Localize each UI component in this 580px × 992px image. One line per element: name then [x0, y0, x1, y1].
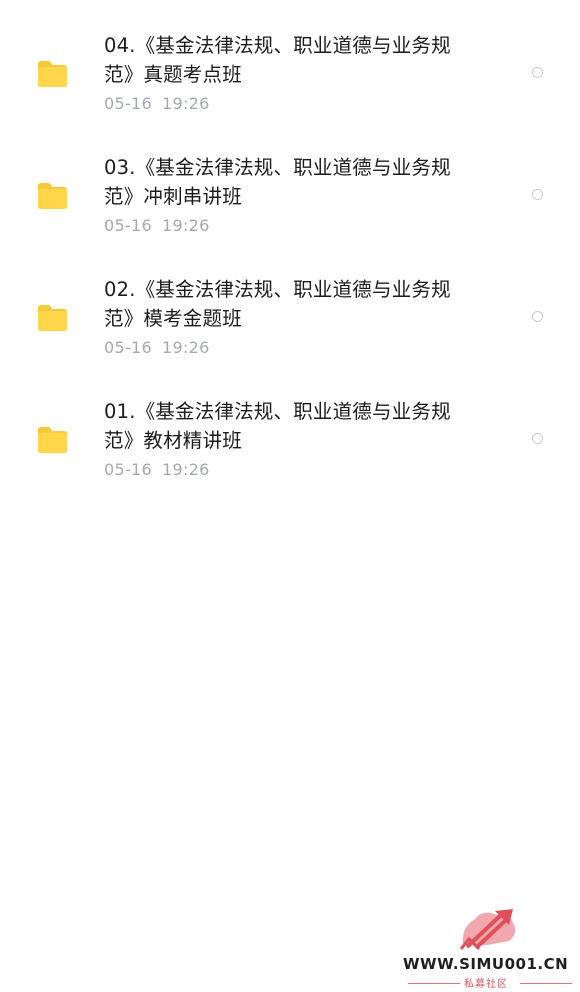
file-timestamp: 05-16 19:26 [104, 338, 210, 358]
file-name: 04.《基金法律法规、职业道德与业务规范》真题考点班 [104, 34, 451, 86]
file-row-04[interactable]: 04.《基金法律法规、职业道德与业务规范》真题考点班 05-16 19:26 [0, 0, 580, 122]
file-row-02[interactable]: 02.《基金法律法规、职业道德与业务规范》模考金题班 05-16 19:26 [0, 244, 580, 366]
file-row-01[interactable]: 01.《基金法律法规、职业道德与业务规范》教材精讲班 05-16 19:26 [0, 366, 580, 488]
folder-icon [36, 304, 68, 332]
file-name: 03.《基金法律法规、职业道德与业务规范》冲刺串讲班 [104, 156, 451, 208]
file-time: 19:26 [162, 216, 210, 235]
file-timestamp: 05-16 19:26 [104, 94, 210, 114]
file-date: 05-16 [104, 338, 152, 357]
watermark-divider [520, 983, 572, 984]
watermark-url: WWW.SIMU001.CN [403, 955, 569, 973]
folder-icon [36, 182, 68, 210]
file-row-03[interactable]: 03.《基金法律法规、职业道德与业务规范》冲刺串讲班 05-16 19:26 [0, 122, 580, 244]
watermark-divider [408, 983, 460, 984]
file-list: 04.《基金法律法规、职业道德与业务规范》真题考点班 05-16 19:26 03… [0, 0, 580, 488]
folder-icon [36, 426, 68, 454]
select-radio[interactable] [532, 311, 543, 322]
file-time: 19:26 [162, 338, 210, 357]
select-radio[interactable] [532, 189, 543, 200]
watermark: WWW.SIMU001.CN 私募社区 [400, 905, 575, 990]
file-time: 19:26 [162, 460, 210, 479]
file-date: 05-16 [104, 460, 152, 479]
file-date: 05-16 [104, 94, 152, 113]
file-name: 01.《基金法律法规、职业道德与业务规范》教材精讲班 [104, 400, 451, 452]
select-radio[interactable] [532, 433, 543, 444]
watermark-subtitle: 私募社区 [464, 979, 508, 990]
file-timestamp: 05-16 19:26 [104, 460, 210, 480]
file-name: 02.《基金法律法规、职业道德与业务规范》模考金题班 [104, 278, 451, 330]
folder-icon [36, 60, 68, 88]
file-timestamp: 05-16 19:26 [104, 216, 210, 236]
file-date: 05-16 [104, 216, 152, 235]
watermark-logo-icon [457, 905, 519, 951]
file-time: 19:26 [162, 94, 210, 113]
select-radio[interactable] [532, 67, 543, 78]
